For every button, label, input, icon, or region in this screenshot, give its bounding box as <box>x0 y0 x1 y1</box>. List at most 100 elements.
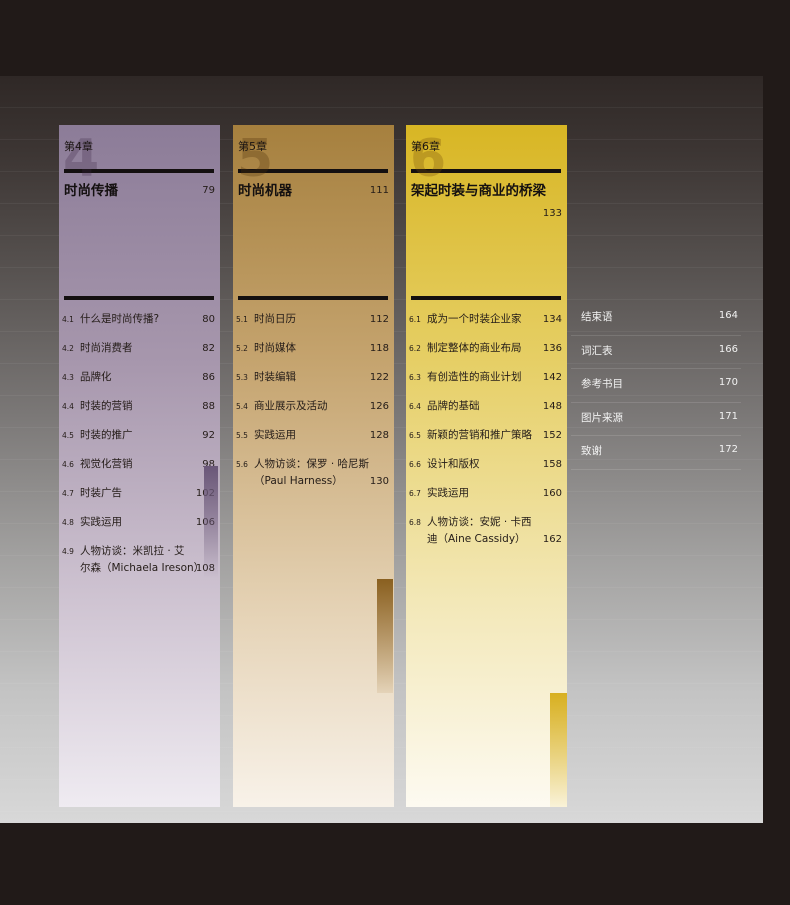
section-title: 什么是时尚传播? <box>80 313 160 325</box>
section-title: 新颖的营销和推广策略 <box>427 429 532 441</box>
toc-entry[interactable]: 6.3 有创造性的商业计划 142 <box>409 368 564 397</box>
toc-entry[interactable]: 6.7 实践运用 160 <box>409 484 564 513</box>
chapter-label: 第5章 <box>238 140 267 153</box>
section-title: 人物访谈：保罗 · 哈尼斯 <box>254 458 370 470</box>
endmatter-entry[interactable]: 致谢 172 <box>571 436 741 470</box>
section-page: 136 <box>542 343 562 354</box>
toc-entry[interactable]: 4.1 什么是时尚传播? 80 <box>62 310 217 339</box>
toc-entry[interactable]: 4.5 时装的推广 92 <box>62 426 217 455</box>
section-number: 4.7 <box>62 489 74 498</box>
section-number: 4.5 <box>62 431 74 440</box>
chapter-label: 第4章 <box>64 140 93 153</box>
chapter-page-number: 133 <box>542 208 562 219</box>
chapter-page-number: 111 <box>369 185 389 196</box>
section-number: 6.7 <box>409 489 421 498</box>
endmatter-entry[interactable]: 词汇表 166 <box>571 336 741 369</box>
section-number: 6.3 <box>409 373 421 382</box>
chapter-column-5: 5 第5章 时尚机器 111 5.1 时尚日历 112 5.2 时尚媒体 118 5.3… <box>233 125 394 807</box>
toc-entry[interactable]: 6.4 品牌的基础 148 <box>409 397 564 426</box>
toc-entry[interactable]: 5.5 实践运用 128 <box>236 426 391 455</box>
section-title: 时装的推广 <box>80 429 133 441</box>
section-title: 设计和版权 <box>427 458 480 470</box>
section-title: 有创造性的商业计划 <box>427 371 522 383</box>
endmatter-entry[interactable]: 参考书目 170 <box>571 369 741 403</box>
section-number: 4.8 <box>62 518 74 527</box>
endmatter-list: 结束语 164 词汇表 166 参考书目 170 图片来源 171 致谢 172 <box>571 302 741 470</box>
toc-entry[interactable]: 5.3 时装编辑 122 <box>236 368 391 397</box>
section-title: 实践运用 <box>80 516 122 528</box>
section-number: 5.2 <box>236 344 248 353</box>
endmatter-entry[interactable]: 结束语 164 <box>571 302 741 336</box>
color-accent-strip <box>204 466 218 578</box>
section-page: 128 <box>369 430 389 441</box>
toc-entry[interactable]: 5.4 商业展示及活动 126 <box>236 397 391 426</box>
section-title: 人物访谈：米凯拉 · 艾 <box>80 545 185 557</box>
toc-entry[interactable]: 4.6 视觉化营销 98 <box>62 455 217 484</box>
section-number: 5.5 <box>236 431 248 440</box>
section-number: 5.1 <box>236 315 248 324</box>
chapter-divider-mid <box>411 296 561 300</box>
section-page: 80 <box>202 314 215 325</box>
section-title: 人物访谈：安妮 · 卡西 <box>427 516 532 528</box>
section-title-line2: （Paul Harness） <box>254 475 343 487</box>
toc-entry[interactable]: 4.3 品牌化 86 <box>62 368 217 397</box>
section-page: 158 <box>542 459 562 470</box>
section-list: 5.1 时尚日历 112 5.2 时尚媒体 118 5.3 时装编辑 122 5.4 商业展示… <box>236 310 391 501</box>
section-title: 成为一个时装企业家 <box>427 313 522 325</box>
endmatter-page: 164 <box>718 310 738 321</box>
section-page: 134 <box>542 314 562 325</box>
section-page: 148 <box>542 401 562 412</box>
toc-entry[interactable]: 6.8 人物访谈：安妮 · 卡西 迪（Aine Cassidy） 162 <box>409 513 564 559</box>
section-page: 92 <box>202 430 215 441</box>
section-page: 130 <box>369 476 389 487</box>
toc-entry[interactable]: 6.6 设计和版权 158 <box>409 455 564 484</box>
endmatter-title: 图片来源 <box>581 411 623 424</box>
section-number: 6.1 <box>409 315 421 324</box>
section-page: 142 <box>542 372 562 383</box>
section-number: 6.6 <box>409 460 421 469</box>
endmatter-entry[interactable]: 图片来源 171 <box>571 403 741 436</box>
toc-entry[interactable]: 4.7时装广告102 <box>62 484 217 513</box>
toc-entry[interactable]: 5.6 人物访谈：保罗 · 哈尼斯 （Paul Harness） 130 <box>236 455 391 501</box>
toc-entry[interactable]: 4.9人物访谈：米凯拉 · 艾尔森（Michaela Ireson）108 <box>62 542 217 588</box>
section-title: 时尚日历 <box>254 313 296 325</box>
section-list: 6.1 成为一个时装企业家 134 6.2 制定整体的商业布局 136 6.3 有创造性的… <box>409 310 564 559</box>
section-number: 6.8 <box>409 518 421 527</box>
section-page: 112 <box>369 314 389 325</box>
toc-entry[interactable]: 6.5 新颖的营销和推广策略 152 <box>409 426 564 455</box>
section-title: 制定整体的商业布局 <box>427 342 522 354</box>
section-title: 时尚消费者 <box>80 342 133 354</box>
section-number: 4.1 <box>62 315 74 324</box>
color-accent-strip <box>377 579 393 693</box>
chapter-column-6: 6 第6章 架起时装与商业的桥梁 133 6.1 成为一个时装企业家 134 6.2… <box>406 125 567 807</box>
endmatter-page: 170 <box>718 377 738 388</box>
endmatter-page: 172 <box>718 444 738 455</box>
section-title: 时尚媒体 <box>254 342 296 354</box>
chapter-label: 第6章 <box>411 140 440 153</box>
toc-entry[interactable]: 5.2 时尚媒体 118 <box>236 339 391 368</box>
section-page: 122 <box>369 372 389 383</box>
toc-entry[interactable]: 4.4 时装的营销 88 <box>62 397 217 426</box>
toc-entry[interactable]: 4.2 时尚消费者 82 <box>62 339 217 368</box>
endmatter-page: 166 <box>718 343 738 355</box>
section-number: 4.4 <box>62 402 74 411</box>
section-title: 时装广告 <box>80 487 122 499</box>
toc-entry[interactable]: 5.1 时尚日历 112 <box>236 310 391 339</box>
section-number: 4.2 <box>62 344 74 353</box>
section-number: 5.3 <box>236 373 248 382</box>
toc-entry[interactable]: 4.8实践运用106 <box>62 513 217 542</box>
endmatter-title: 词汇表 <box>581 344 613 357</box>
section-page: 118 <box>369 343 389 354</box>
section-title: 实践运用 <box>254 429 296 441</box>
section-title: 品牌化 <box>80 371 112 383</box>
endmatter-title: 致谢 <box>581 445 602 457</box>
section-number: 4.6 <box>62 460 74 469</box>
toc-entry[interactable]: 6.1 成为一个时装企业家 134 <box>409 310 564 339</box>
section-page: 160 <box>542 488 562 499</box>
chapter-column-4: 4 第4章 时尚传播 79 4.1 什么是时尚传播? 80 4.2 时尚消费者 82 4… <box>59 125 220 807</box>
toc-entry[interactable]: 6.2 制定整体的商业布局 136 <box>409 339 564 368</box>
section-number: 6.5 <box>409 431 421 440</box>
section-list: 4.1 什么是时尚传播? 80 4.2 时尚消费者 82 4.3 品牌化 86 4.4 时装的… <box>62 310 217 588</box>
section-number: 4.3 <box>62 373 74 382</box>
endmatter-title: 参考书目 <box>581 378 623 390</box>
